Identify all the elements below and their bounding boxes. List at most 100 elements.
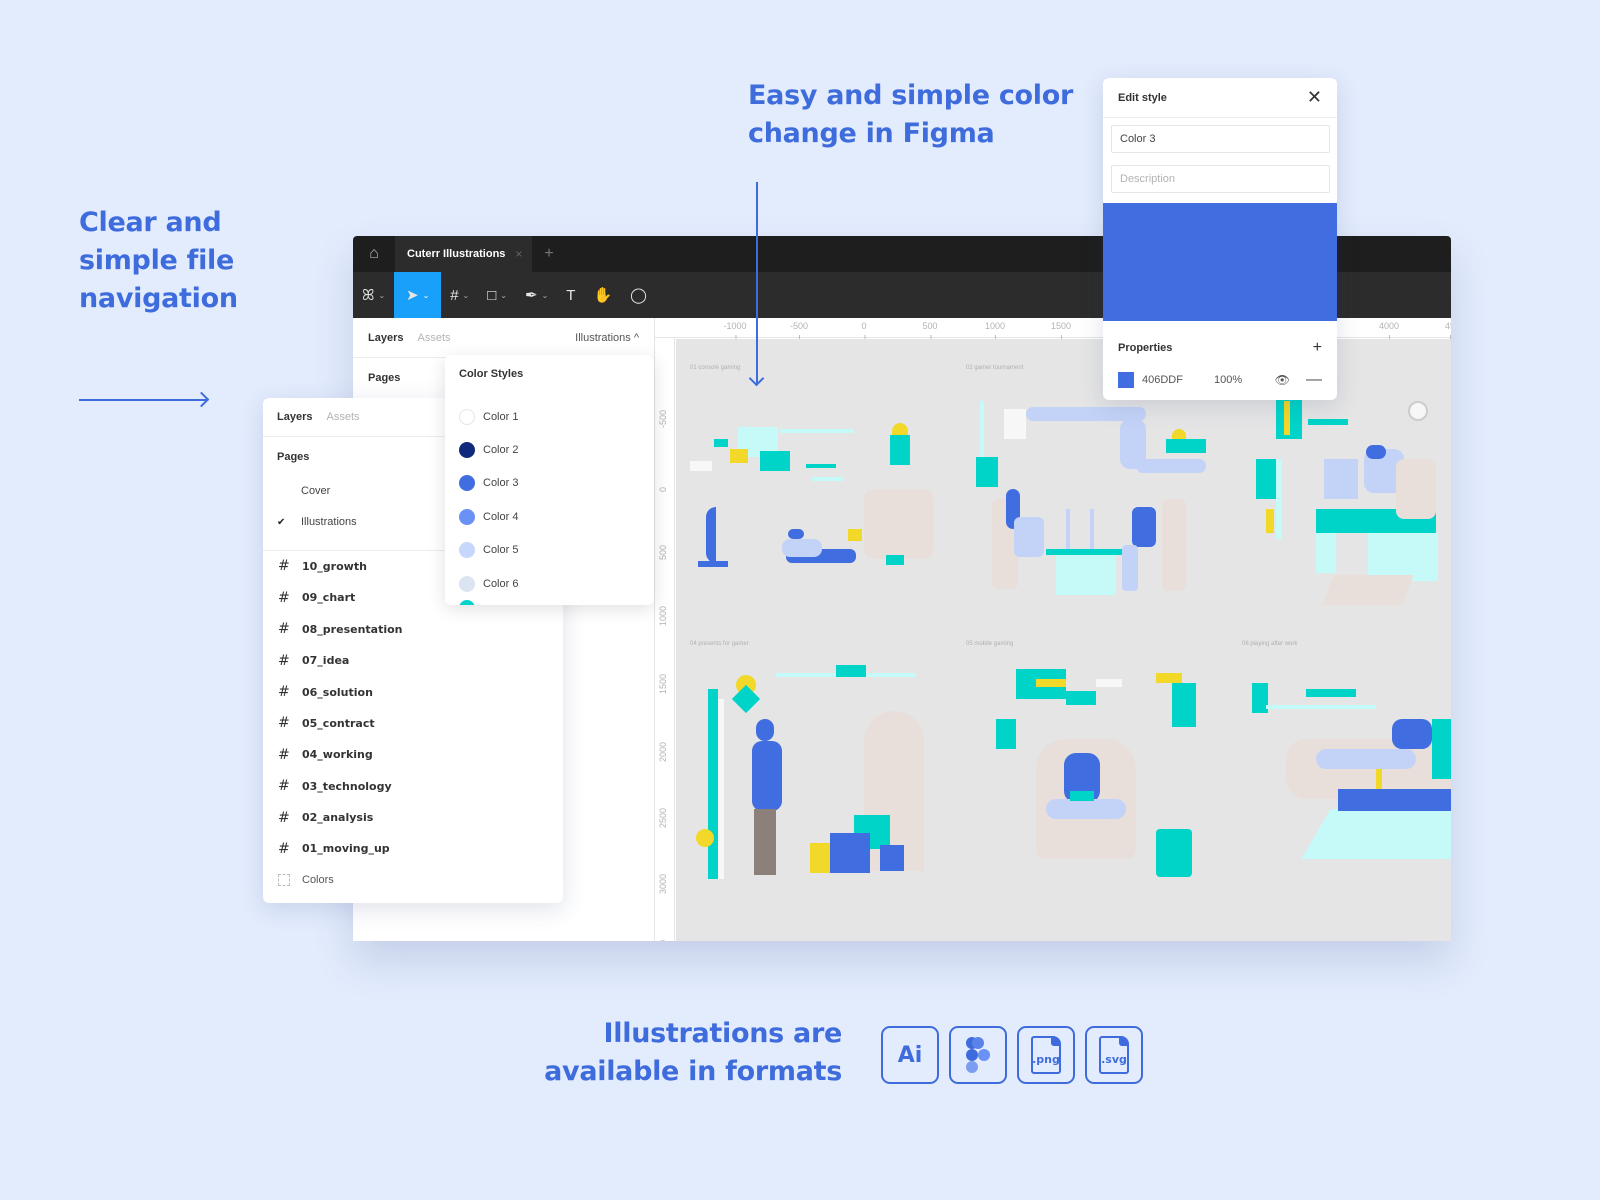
layer-item[interactable]: #07_idea: [263, 645, 563, 676]
color-style-item[interactable]: Color 6: [445, 567, 654, 600]
popup-tab-assets[interactable]: Assets: [326, 411, 359, 423]
page-label: Illustrations: [301, 516, 357, 529]
color-preview[interactable]: [1103, 203, 1337, 321]
add-fill-icon[interactable]: +: [1313, 339, 1322, 357]
color-style-label: Color 4: [483, 510, 519, 523]
style-description-input[interactable]: [1111, 165, 1330, 193]
frame-hash-icon: #: [278, 684, 290, 701]
color-style-item[interactable]: Color 1: [445, 400, 654, 433]
cursor-icon: ➤: [406, 287, 419, 304]
file-icon: .svg: [1099, 1036, 1129, 1074]
group-dashed-icon: [278, 874, 302, 886]
color-style-item[interactable]: Color 3: [445, 467, 654, 500]
color-style-label: Color 1: [483, 410, 519, 423]
layer-item[interactable]: #03_technology: [263, 771, 563, 802]
text-tool[interactable]: T: [557, 272, 584, 318]
fill-hex-value[interactable]: 406DDF: [1142, 374, 1214, 386]
frame-hash-icon: #: [450, 286, 459, 304]
illustration-playing-after-work[interactable]: [1246, 659, 1451, 889]
frame-label: 02 gamer tournament: [966, 365, 1024, 371]
color-swatch: [459, 542, 475, 559]
frame-tool[interactable]: # ⌄: [441, 272, 478, 318]
color-swatch: [459, 575, 475, 592]
layer-label: 08_presentation: [302, 622, 403, 636]
rectangle-tool[interactable]: □ ⌄: [478, 272, 516, 318]
figma-format-icon: [949, 1026, 1007, 1084]
ruler-tick-label: 4000: [1378, 321, 1400, 339]
color-style-item[interactable]: Color 2: [445, 433, 654, 466]
arrow-down-icon: [756, 182, 758, 384]
pen-tool[interactable]: ✒ ⌄: [516, 272, 557, 318]
arrow-right-icon: [79, 399, 207, 401]
illustration-working-late[interactable]: [1246, 399, 1451, 609]
illustration-presents[interactable]: [696, 659, 936, 889]
frame-hash-icon: #: [278, 778, 290, 795]
color-style-item[interactable]: Color 5: [445, 534, 654, 567]
close-icon[interactable]: ✕: [1307, 87, 1322, 108]
ruler-tick-label: -500: [789, 321, 809, 339]
comment-icon: ◯: [630, 287, 647, 304]
illustration-mobile-gaming[interactable]: [976, 659, 1216, 889]
comment-tool[interactable]: ◯: [621, 272, 656, 318]
frame-hash-icon: #: [278, 558, 290, 575]
layer-item[interactable]: #04_working: [263, 739, 563, 770]
chevron-down-icon: ⌄: [422, 290, 430, 300]
tab-assets[interactable]: Assets: [417, 332, 450, 344]
frame-label: 04 presents for gamer: [690, 641, 749, 647]
home-icon[interactable]: ⌂: [353, 236, 395, 272]
canvas[interactable]: 01 console gaming 02 gamer tournament 04…: [676, 339, 1451, 941]
png-format-icon: .png: [1017, 1026, 1075, 1084]
layer-label: 03_technology: [302, 779, 392, 793]
layer-label: 04_working: [302, 748, 373, 762]
frame-label: 05 mobile gaming: [966, 641, 1014, 647]
color-swatch: [459, 600, 475, 605]
ruler-tick-label: 2500: [658, 807, 668, 828]
color-swatch: [459, 508, 475, 525]
figma-logo-icon: [966, 1037, 990, 1073]
tab-layers[interactable]: Layers: [368, 332, 403, 344]
new-tab-button[interactable]: +: [532, 245, 565, 263]
layer-item[interactable]: #06_solution: [263, 676, 563, 707]
ruler-tick-label: 0: [658, 486, 668, 492]
headline-color-change: Easy and simple color change in Figma: [748, 80, 1074, 149]
edit-style-title: Edit style: [1118, 91, 1167, 104]
color-swatch: [459, 475, 475, 492]
style-name-input[interactable]: [1111, 125, 1330, 153]
frame-hash-icon: #: [278, 652, 290, 669]
hand-tool[interactable]: ✋: [584, 272, 621, 318]
file-tab-title: Cuterr Illustrations: [407, 248, 506, 260]
color-style-label: Color 3: [483, 477, 519, 490]
headline-formats: Illustrations are available in formats: [544, 1018, 842, 1087]
layer-item[interactable]: #08_presentation: [263, 614, 563, 645]
popup-tab-layers[interactable]: Layers: [277, 411, 312, 423]
page-selector[interactable]: Illustrations ^: [575, 332, 639, 344]
png-label: .png: [1032, 1053, 1060, 1066]
file-icon: .png: [1031, 1036, 1061, 1074]
eye-icon[interactable]: 👁: [1275, 373, 1290, 387]
frame-hash-icon: #: [278, 746, 290, 763]
remove-fill-icon[interactable]: —: [1306, 371, 1322, 389]
layer-item[interactable]: #05_contract: [263, 708, 563, 739]
layer-item[interactable]: #02_analysis: [263, 802, 563, 833]
layer-item[interactable]: #01_moving_up: [263, 833, 563, 864]
layer-label: Colors: [302, 874, 334, 887]
layer-label: 10_growth: [302, 559, 367, 573]
ruler-tick-label: 45: [1445, 321, 1451, 339]
color-style-label: Color 6: [483, 577, 519, 590]
ruler-tick-label: 1000: [658, 605, 668, 626]
file-tab[interactable]: Cuterr Illustrations ×: [395, 236, 533, 272]
color-swatch: [459, 442, 475, 459]
ruler-tick-label: 0: [861, 321, 867, 339]
close-tab-icon[interactable]: ×: [515, 247, 522, 261]
move-tool[interactable]: ➤ ⌄: [394, 272, 442, 318]
figma-menu[interactable]: ꕤ ⌄: [353, 272, 394, 318]
illustration-gamer-tournament[interactable]: [966, 399, 1236, 599]
fill-swatch[interactable]: [1118, 372, 1134, 388]
hand-icon: ✋: [593, 287, 613, 304]
illustration-console-gaming[interactable]: [686, 419, 946, 579]
color-style-item[interactable]: Color 4: [445, 500, 654, 533]
chevron-down-icon: ⌄: [378, 290, 386, 300]
fill-opacity-value[interactable]: 100%: [1214, 374, 1274, 386]
layer-item[interactable]: Colors: [263, 865, 563, 896]
ruler-tick-label: 2000: [658, 741, 668, 762]
